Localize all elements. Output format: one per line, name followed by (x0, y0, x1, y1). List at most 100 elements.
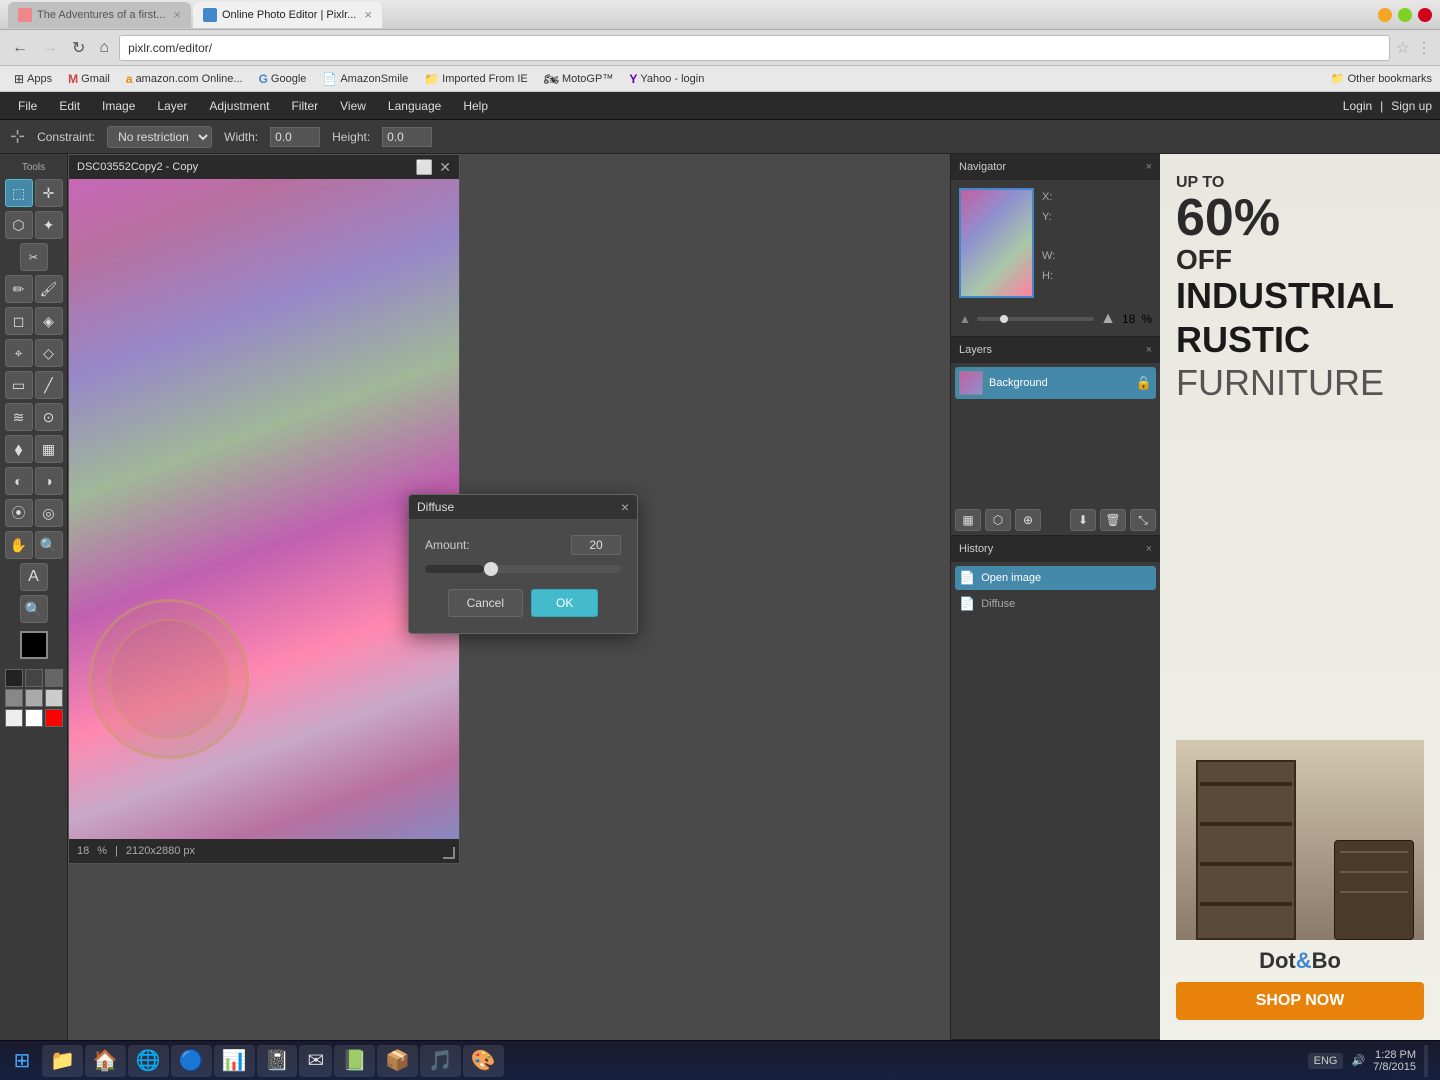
other-bookmarks[interactable]: 📁 Other bookmarks (1331, 72, 1432, 85)
taskbar-ie[interactable]: 🌐 (128, 1045, 169, 1077)
redeye-tool[interactable]: ⦿ (5, 499, 33, 527)
fill-tool[interactable]: ⬧ (5, 435, 33, 463)
start-button[interactable]: ⊞ (4, 1045, 40, 1077)
refresh-button[interactable]: ↻ (68, 36, 89, 60)
gradient-tool[interactable]: ▦ (35, 435, 63, 463)
layer-adjust-btn[interactable]: ⊕ (1015, 509, 1041, 531)
taskbar-explorer[interactable]: 📁 (42, 1045, 83, 1077)
layer-expand-btn[interactable]: ⤡ (1130, 509, 1156, 531)
tab-adventures[interactable]: The Adventures of a first... × (8, 2, 191, 28)
bookmark-apps[interactable]: ⊞ Apps (8, 70, 58, 88)
tab-pixlr[interactable]: Online Photo Editor | Pixlr... × (193, 2, 382, 28)
ok-button[interactable]: OK (531, 589, 598, 617)
amount-input[interactable] (571, 535, 621, 555)
window-close[interactable] (1418, 8, 1432, 22)
zoom-out-tool[interactable]: 🔍 (20, 595, 48, 623)
menu-language[interactable]: Language (378, 95, 451, 117)
layer-group-btn[interactable]: ▦ (955, 509, 981, 531)
blur-tool[interactable]: ⊙ (35, 403, 63, 431)
heal-tool[interactable]: ⌖ (5, 339, 33, 367)
bookmark-amazon[interactable]: a amazon.com Online... (120, 70, 249, 88)
tab-close-2[interactable]: × (364, 7, 372, 22)
smudge-tool[interactable]: ≋ (5, 403, 33, 431)
preset-2[interactable] (25, 669, 43, 687)
bookmark-amazonsmile[interactable]: 📄 AmazonSmile (316, 70, 414, 88)
taskbar-home[interactable]: 🏠 (85, 1045, 126, 1077)
layer-background[interactable]: Background 🔒 (955, 367, 1156, 399)
window-maximize[interactable] (1398, 8, 1412, 22)
login-link[interactable]: Login (1343, 99, 1372, 113)
forward-button[interactable]: → (38, 37, 62, 59)
layer-merge-btn[interactable]: ⬇ (1070, 509, 1096, 531)
ad-shop-btn[interactable]: SHOP NOW (1176, 982, 1424, 1020)
history-close[interactable]: × (1146, 543, 1152, 555)
back-button[interactable]: ← (8, 37, 32, 59)
taskbar-mail[interactable]: ✉ (299, 1045, 332, 1077)
rect-tool[interactable]: ▭ (5, 371, 33, 399)
sharpen-tool[interactable]: ◇ (35, 339, 63, 367)
foreground-color[interactable] (20, 631, 48, 659)
clone-tool[interactable]: ◈ (35, 307, 63, 335)
burn-tool[interactable]: ◑ (35, 467, 63, 495)
settings-icon[interactable]: ⋮ (1416, 38, 1432, 58)
preset-4[interactable] (5, 689, 23, 707)
amount-slider[interactable] (425, 565, 621, 573)
width-input[interactable] (270, 127, 320, 147)
zoom-thumb[interactable] (1000, 315, 1008, 323)
menu-filter[interactable]: Filter (281, 95, 328, 117)
dialog-titlebar[interactable]: Diffuse × (409, 495, 637, 519)
preset-5[interactable] (25, 689, 43, 707)
menu-view[interactable]: View (330, 95, 376, 117)
zoom-tool[interactable]: 🔍 (35, 531, 63, 559)
menu-layer[interactable]: Layer (147, 95, 197, 117)
menu-file[interactable]: File (8, 95, 47, 117)
preset-3[interactable] (45, 669, 63, 687)
signup-link[interactable]: Sign up (1391, 99, 1432, 113)
show-desktop-btn[interactable] (1424, 1045, 1428, 1077)
pencil-tool[interactable]: ✏ (5, 275, 33, 303)
bookmark-yahoo[interactable]: Y Yahoo - login (623, 70, 710, 88)
layer-mask-btn[interactable]: ⬡ (985, 509, 1011, 531)
preset-6[interactable] (45, 689, 63, 707)
taskbar-powerpoint[interactable]: 📊 (214, 1045, 255, 1077)
language-selector[interactable]: ENG (1308, 1053, 1344, 1069)
bookmark-imported[interactable]: 📁 Imported From IE (418, 70, 534, 88)
taskbar-amazon[interactable]: 📦 (377, 1045, 418, 1077)
brush-tool[interactable]: 🖌 (35, 275, 63, 303)
bookmark-google[interactable]: G Google (253, 70, 313, 88)
crop-tool[interactable]: ✂ (20, 243, 48, 271)
move-tool[interactable]: ✛ (35, 179, 63, 207)
preset-7[interactable] (5, 709, 23, 727)
slider-thumb[interactable] (484, 562, 498, 576)
menu-edit[interactable]: Edit (49, 95, 90, 117)
magic-wand-tool[interactable]: ✦ (35, 211, 63, 239)
lasso-tool[interactable]: ⬡ (5, 211, 33, 239)
line-tool[interactable]: ╱ (35, 371, 63, 399)
height-input[interactable] (382, 127, 432, 147)
menu-adjustment[interactable]: Adjustment (199, 95, 279, 117)
taskbar-chrome[interactable]: 🔵 (171, 1045, 212, 1077)
menu-help[interactable]: Help (453, 95, 498, 117)
navigator-close[interactable]: × (1146, 161, 1152, 173)
hand-tool[interactable]: ✋ (5, 531, 33, 559)
select-tool[interactable]: ⬚ (5, 179, 33, 207)
history-diffuse[interactable]: 📄 Diffuse (955, 592, 1156, 616)
eraser-tool[interactable]: ◻ (5, 307, 33, 335)
taskbar-media[interactable]: 🎵 (420, 1045, 461, 1077)
preset-1[interactable] (5, 669, 23, 687)
text-tool[interactable]: A (20, 563, 48, 591)
layers-close[interactable]: × (1146, 344, 1152, 356)
blemish-tool[interactable]: ◎ (35, 499, 63, 527)
taskbar-pixlr[interactable]: 🎨 (463, 1045, 504, 1077)
cancel-button[interactable]: Cancel (448, 589, 523, 617)
zoom-slider[interactable] (977, 317, 1094, 321)
preset-9[interactable] (45, 709, 63, 727)
preset-8[interactable] (25, 709, 43, 727)
window-minimize[interactable] (1378, 8, 1392, 22)
bookmark-gmail[interactable]: M Gmail (62, 70, 116, 88)
home-button[interactable]: ⌂ (95, 37, 113, 59)
history-openimage[interactable]: 📄 Open image (955, 566, 1156, 590)
navigator-thumbnail[interactable] (959, 188, 1034, 298)
constraint-select[interactable]: No restriction (107, 126, 212, 148)
taskbar-excel[interactable]: 📗 (334, 1045, 375, 1077)
